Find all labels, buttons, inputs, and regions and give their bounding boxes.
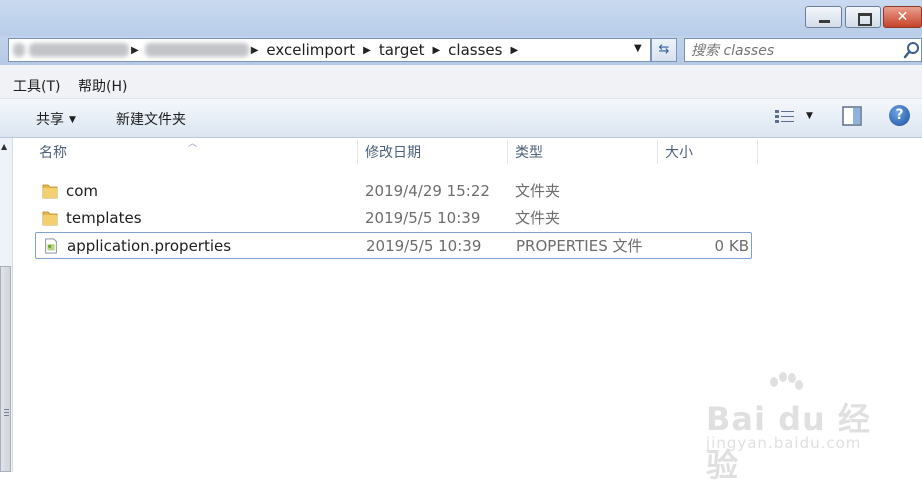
view-options-icon[interactable] xyxy=(774,107,796,127)
file-type: 文件夹 xyxy=(515,209,561,227)
breadcrumb: ▶ ▶ excelimport ▶ target ▶ classes ▶ xyxy=(9,39,520,61)
breadcrumb-item[interactable]: target xyxy=(373,41,431,59)
file-date: 2019/4/29 15:22 xyxy=(365,182,490,200)
column-header-row: ︿ 名称 修改日期 类型 大小 xyxy=(14,138,922,167)
address-field[interactable]: ▶ ▶ excelimport ▶ target ▶ classes ▶ ▼ xyxy=(8,38,651,62)
breadcrumb-separator-icon[interactable]: ▶ xyxy=(508,45,520,56)
file-size xyxy=(665,205,748,232)
properties-file-icon xyxy=(45,238,57,254)
maximize-icon xyxy=(858,13,872,26)
maximize-button[interactable] xyxy=(845,6,881,28)
file-name: application.properties xyxy=(67,237,232,255)
blurred-crumb xyxy=(29,43,129,57)
address-dropdown-icon[interactable]: ▼ xyxy=(634,43,642,54)
file-date: 2019/5/5 10:39 xyxy=(366,237,482,255)
grip-line xyxy=(4,412,9,413)
file-row[interactable]: templates 2019/5/5 10:39 文件夹 xyxy=(35,205,752,232)
breadcrumb-separator-icon[interactable]: ▶ xyxy=(430,45,442,56)
title-bar: ✕ xyxy=(0,0,922,36)
file-size: 0 KB xyxy=(714,237,749,255)
column-header-name[interactable]: 名称 xyxy=(31,138,357,166)
folder-icon xyxy=(42,211,58,226)
column-header-date[interactable]: 修改日期 xyxy=(357,138,507,166)
close-button[interactable]: ✕ xyxy=(883,6,922,28)
blurred-crumb-icon xyxy=(13,43,25,57)
file-row[interactable]: com 2019/4/29 15:22 文件夹 xyxy=(35,178,752,205)
grip-line xyxy=(4,409,9,410)
share-button[interactable]: 共享 ▼ xyxy=(36,109,76,129)
baidu-watermark: Bai du 经验 jingyan.baidu.com xyxy=(702,372,902,484)
chevron-down-icon: ▼ xyxy=(69,115,76,125)
refresh-button[interactable]: ⇆ xyxy=(651,38,677,62)
preview-pane-icon[interactable] xyxy=(842,106,862,126)
new-folder-button[interactable]: 新建文件夹 xyxy=(116,109,186,129)
breadcrumb-separator-icon[interactable]: ▶ xyxy=(249,45,261,56)
minimize-icon xyxy=(819,20,830,23)
breadcrumb-separator-icon[interactable]: ▶ xyxy=(129,45,141,56)
file-name: com xyxy=(66,182,99,200)
scrollbar-thumb[interactable] xyxy=(0,266,11,472)
refresh-icon: ⇆ xyxy=(658,42,670,57)
blurred-crumb xyxy=(144,43,249,57)
view-dropdown-icon[interactable]: ▼ xyxy=(806,111,813,121)
folder-icon xyxy=(42,184,58,199)
search-box[interactable] xyxy=(684,38,922,62)
menu-tools[interactable]: 工具(T) xyxy=(13,76,60,96)
help-icon[interactable]: ? xyxy=(889,105,910,126)
column-divider[interactable] xyxy=(757,140,758,164)
scroll-up-icon[interactable]: ▲ xyxy=(1,142,7,151)
menu-help[interactable]: 帮助(H) xyxy=(78,76,127,96)
column-header-size[interactable]: 大小 xyxy=(657,138,757,166)
file-date: 2019/5/5 10:39 xyxy=(365,209,481,227)
address-bar: ▶ ▶ excelimport ▶ target ▶ classes ▶ ▼ ⇆ xyxy=(0,36,922,65)
watermark-url: jingyan.baidu.com xyxy=(706,434,862,452)
search-input[interactable] xyxy=(689,40,893,62)
breadcrumb-item[interactable]: classes xyxy=(442,41,508,59)
close-icon: ✕ xyxy=(896,9,909,25)
command-bar: 共享 ▼ 新建文件夹 ▼ ? xyxy=(0,99,922,138)
file-type: 文件夹 xyxy=(515,182,561,200)
breadcrumb-item[interactable]: excelimport xyxy=(260,41,361,59)
file-type: PROPERTIES 文件 xyxy=(516,237,643,255)
menu-bar: 工具(T) 帮助(H) xyxy=(0,65,922,99)
minimize-button[interactable] xyxy=(805,6,842,28)
file-name: templates xyxy=(66,209,142,227)
grip-line xyxy=(4,415,9,416)
search-icon[interactable] xyxy=(903,40,921,60)
navigation-pane: ▲ xyxy=(0,138,13,472)
file-size xyxy=(665,178,748,205)
breadcrumb-separator-icon[interactable]: ▶ xyxy=(361,45,373,56)
file-row[interactable]: application.properties 2019/5/5 10:39 PR… xyxy=(35,232,752,259)
share-label: 共享 xyxy=(36,112,64,128)
column-header-type[interactable]: 类型 xyxy=(507,138,657,166)
